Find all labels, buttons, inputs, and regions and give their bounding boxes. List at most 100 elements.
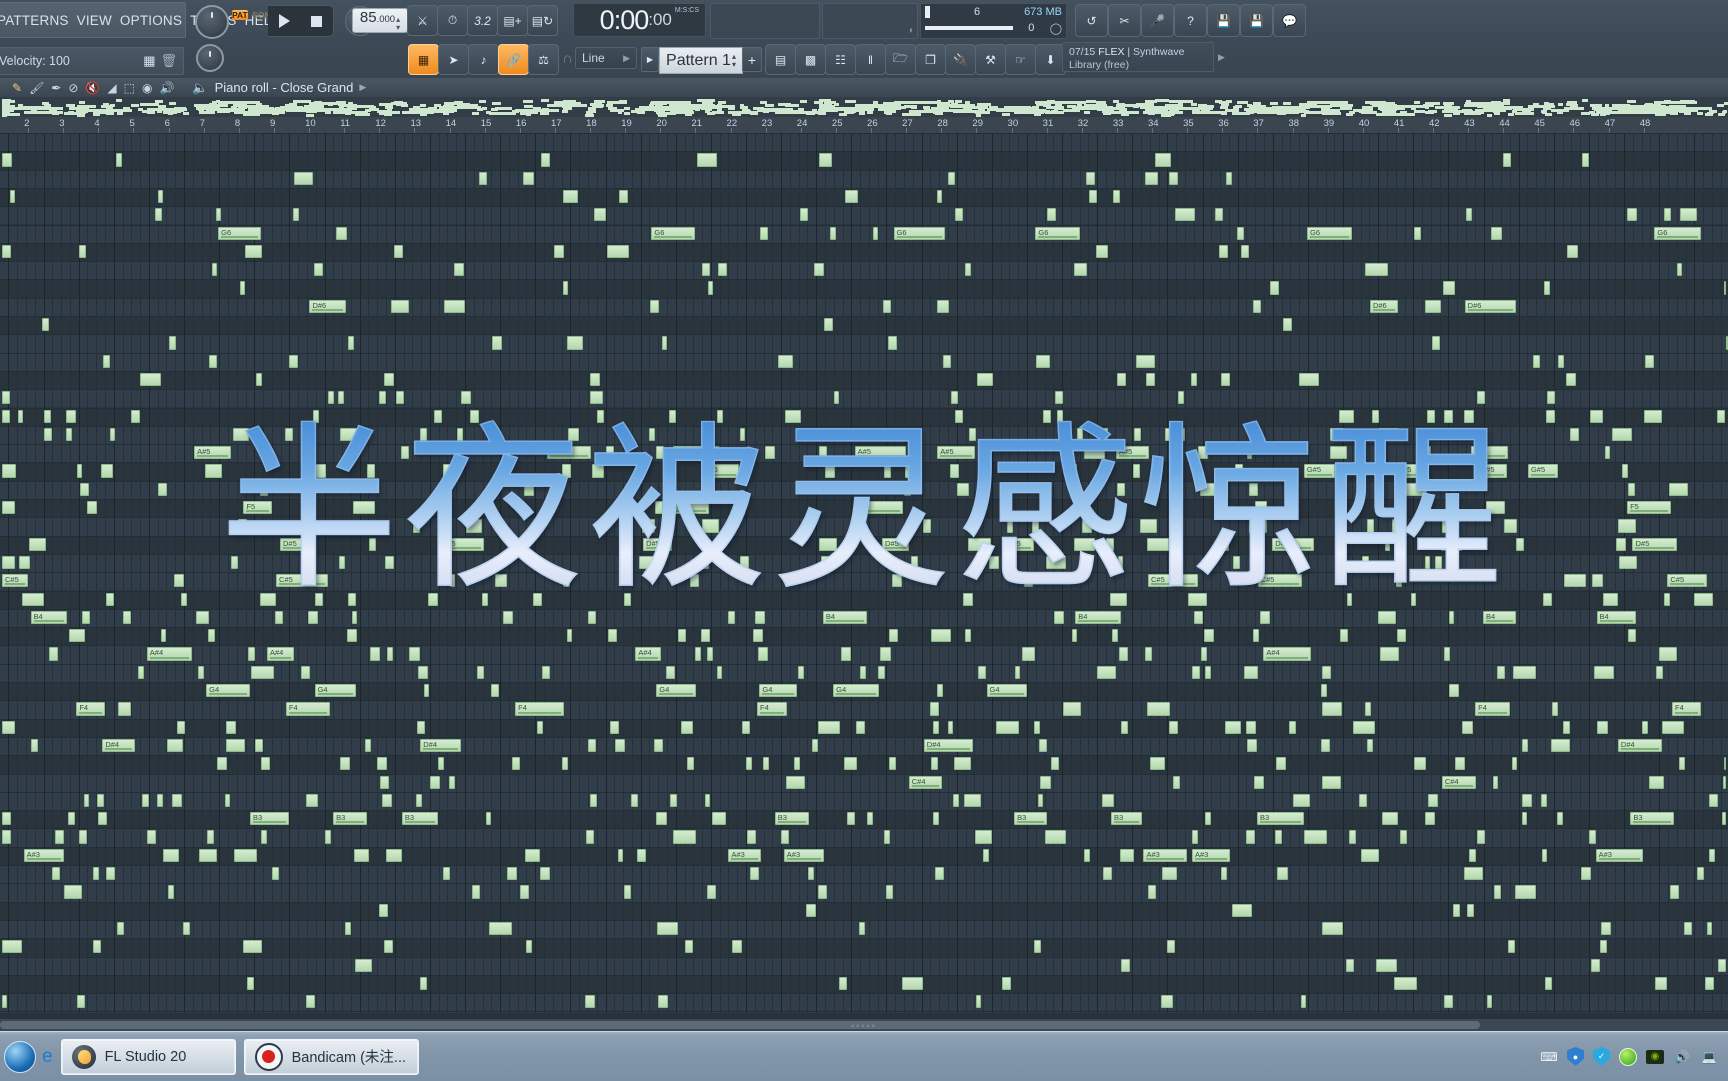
piano-roll-note[interactable] [289,355,298,368]
piano-roll-note[interactable] [845,190,858,203]
piano-roll-note[interactable] [758,647,768,660]
piano-roll-note[interactable] [1522,739,1527,752]
piano-roll-note[interactable] [1121,721,1128,734]
piano-roll-note[interactable]: D#5 [280,538,306,551]
piano-roll-note[interactable] [1192,666,1200,679]
piano-roll-note[interactable] [562,757,569,770]
piano-roll-note[interactable] [983,849,990,862]
piano-roll-note[interactable] [525,849,540,862]
piano-roll-note[interactable] [1237,227,1244,240]
piano-roll-note[interactable] [1591,959,1600,972]
piano-roll-note[interactable] [1449,611,1454,624]
piano-roll-note[interactable] [216,208,221,221]
piano-roll-note[interactable] [457,428,463,441]
piano-roll-note[interactable] [55,830,64,843]
piano-roll-note[interactable]: F4 [757,702,787,715]
piano-roll-note[interactable] [1321,739,1331,752]
piano-roll-note[interactable] [1247,739,1256,752]
piano-roll-note[interactable] [482,593,488,606]
piano-roll-note[interactable] [964,794,981,807]
piano-roll-note[interactable] [781,830,789,843]
piano-roll-note[interactable] [1508,940,1515,953]
piano-roll-note[interactable] [969,428,976,441]
piano-roll-note[interactable] [1659,647,1677,660]
piano-roll-note[interactable]: B3 [1014,812,1047,825]
piano-roll-note[interactable] [2,721,15,734]
piano-roll-note[interactable] [717,666,723,679]
piano-roll-note[interactable] [217,757,227,770]
piano-roll-note[interactable] [606,446,614,459]
piano-roll-note[interactable] [1002,977,1011,990]
piano-roll-note[interactable] [1709,794,1717,807]
piano-roll-note[interactable] [18,410,23,423]
piano-roll-note[interactable] [450,574,456,587]
piano-roll-note[interactable]: A#5 [1116,446,1149,459]
piano-roll-note[interactable] [1086,172,1095,185]
piano-roll-note[interactable]: G6 [1307,227,1352,240]
piano-roll-note[interactable]: C#5 [276,574,328,587]
piano-roll-note[interactable] [1043,410,1051,423]
piano-roll-note[interactable] [1173,776,1180,789]
piano-roll-note[interactable] [49,647,59,660]
piano-roll-note[interactable] [1589,830,1596,843]
piano-roll-note[interactable] [379,391,386,404]
zoom-tool-icon[interactable]: ◉ [142,82,152,94]
piano-roll-note[interactable] [1301,995,1306,1008]
piano-roll-note[interactable] [976,995,982,1008]
piano-roll-note[interactable] [409,647,420,660]
piano-roll-note[interactable] [1221,867,1228,880]
piano-roll-note[interactable] [247,977,254,990]
piano-roll-note[interactable]: B3 [1630,812,1674,825]
piano-roll-note[interactable]: F4 [286,702,331,715]
piano-roll-note[interactable] [1225,721,1241,734]
piano-roll-note[interactable] [1082,519,1092,532]
piano-roll-note[interactable] [687,757,694,770]
piano-roll-note[interactable] [1516,538,1523,551]
piano-roll-note[interactable] [1235,464,1243,477]
piano-roll-note[interactable] [702,263,710,276]
piano-roll-note[interactable] [542,666,549,679]
piano-roll-note[interactable] [839,977,848,990]
internet-explorer-icon[interactable]: e [42,1046,53,1068]
piano-roll-note[interactable] [1441,538,1461,551]
piano-roll-note[interactable] [385,556,394,569]
piano-roll-note[interactable] [1493,776,1498,789]
piano-roll-note[interactable] [585,995,595,1008]
piano-roll-note[interactable] [1455,757,1465,770]
piano-roll-note[interactable] [859,922,865,935]
piano-roll-note[interactable] [1563,721,1570,734]
piano-roll-note[interactable] [1096,245,1107,258]
piano-roll-note[interactable] [878,666,886,679]
piano-roll-note[interactable] [1612,428,1632,441]
piano-roll-note[interactable]: B4 [1483,611,1516,624]
piano-roll-note[interactable]: B4 [1597,611,1637,624]
piano-roll-note[interactable] [778,355,793,368]
piano-roll-note[interactable] [1361,849,1379,862]
piano-roll-note[interactable] [1372,410,1380,423]
piano-roll-note[interactable] [824,318,833,331]
piano-roll-note[interactable] [592,464,604,477]
piano-roll-note[interactable]: F5 [243,501,272,514]
piano-roll-note[interactable] [106,867,115,880]
piano-roll-note[interactable] [1330,446,1347,459]
piano-roll-note[interactable] [240,281,245,294]
piano-roll-note[interactable] [889,629,898,642]
plugin-info-panel[interactable]: 07/15 FLEX | Synthwave Library (free) [1062,42,1214,72]
piano-roll-note[interactable] [507,867,517,880]
piano-roll-note[interactable] [1038,794,1043,807]
piano-roll-note[interactable] [69,629,85,642]
piano-roll-note[interactable] [1200,483,1215,496]
piano-roll-note[interactable] [541,153,550,166]
piano-roll-note[interactable] [590,391,604,404]
piano-roll-note[interactable] [1226,172,1232,185]
piano-roll-note[interactable] [631,794,639,807]
piano-roll-note[interactable] [345,922,352,935]
piano-roll-note[interactable] [438,757,443,770]
piano-roll-note[interactable] [1147,702,1170,715]
piano-roll-note[interactable] [1145,647,1152,660]
piano-roll-note[interactable]: D#5 [1632,538,1677,551]
time-display[interactable]: 0:00:00M:S:CS [573,3,706,37]
piano-roll-note[interactable] [430,776,439,789]
piano-roll-note[interactable] [444,300,465,313]
piano-roll-note[interactable] [1321,684,1327,697]
